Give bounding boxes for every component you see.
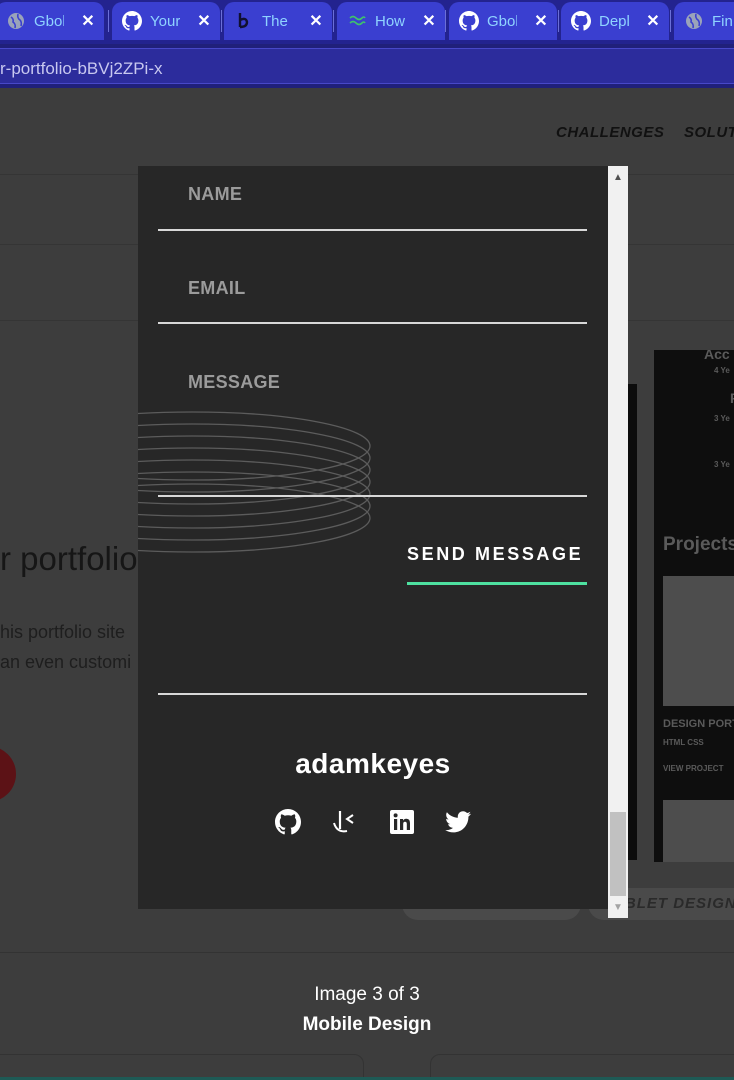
image-counter: Image 3 of 3: [314, 984, 420, 1005]
footer-divider: [158, 693, 587, 695]
hero-description: his portfolio site: [0, 622, 126, 642]
preview-text: HTML CSS: [663, 738, 704, 747]
hero-title: r portfolio: [0, 540, 138, 577]
name-field-underline: [158, 229, 587, 231]
scroll-up-arrow-icon[interactable]: ▲: [608, 166, 628, 188]
browser-tab[interactable]: Gbol ✕: [449, 2, 557, 40]
browser-tab[interactable]: Fin: [674, 2, 734, 40]
close-icon[interactable]: ✕: [196, 11, 212, 31]
url-field[interactable]: r-portfolio-bBVj2ZPi-x: [0, 48, 734, 84]
browser-tab[interactable]: Your ✕: [112, 2, 220, 40]
brand-logo[interactable]: adamkeyes: [138, 748, 608, 780]
image-title: Mobile Design: [302, 1014, 432, 1035]
close-icon[interactable]: ✕: [645, 11, 661, 31]
preview-text: 4 Ye: [714, 366, 730, 375]
b-logo-icon: [234, 11, 254, 31]
linkedin-icon[interactable]: [386, 806, 418, 838]
preview-text: F: [730, 390, 734, 406]
globe-icon: [684, 11, 704, 31]
browser-tab[interactable]: How ✕: [337, 2, 445, 40]
browser-tab-strip: Gbol ✕ Your ✕ The l ✕ How ✕ Gbol ✕: [0, 0, 734, 44]
nav-link-challenges[interactable]: CHALLENGES: [556, 124, 664, 141]
scroll-down-arrow-icon[interactable]: ▼: [608, 896, 628, 918]
github-icon[interactable]: [272, 806, 304, 838]
tab-title: Fin: [712, 12, 733, 30]
freecodecamp-icon: [347, 11, 367, 31]
close-icon[interactable]: ✕: [308, 11, 324, 31]
send-message-underline: [407, 582, 587, 585]
preview-text: 3 Ye: [714, 460, 730, 469]
message-field-underline: [158, 495, 587, 497]
globe-icon: [6, 11, 26, 31]
design-preview: Acc 4 Ye F 3 Ye 3 Ye Projects DESIGN POR…: [654, 350, 734, 862]
tab-title: Gbol: [487, 12, 517, 30]
message-field-label[interactable]: MESSAGE: [188, 372, 280, 393]
preview-text: 3 Ye: [714, 414, 730, 423]
tab-title: Your: [150, 12, 180, 30]
address-bar: r-portfolio-bBVj2ZPi-x: [0, 44, 734, 88]
rings-pattern: [138, 411, 371, 553]
tab-title: Gbol: [34, 12, 64, 30]
browser-tab[interactable]: The l ✕: [224, 2, 332, 40]
github-icon: [122, 11, 142, 31]
browser-tab[interactable]: Depl ✕: [561, 2, 669, 40]
scrollbar[interactable]: ▲ ▼: [608, 166, 628, 918]
lightbox-image: NAME EMAIL MESSAGE SEND MESSAGE adamkeye…: [138, 166, 608, 909]
tab-title: How: [375, 12, 405, 30]
frontend-mentor-icon[interactable]: [329, 806, 361, 838]
tab-title: The l: [262, 12, 292, 30]
nav-link-solutions[interactable]: SOLUT: [684, 124, 734, 141]
name-field-label[interactable]: NAME: [188, 184, 242, 205]
close-icon[interactable]: ✕: [421, 11, 437, 31]
social-links: [138, 806, 608, 838]
preview-text: Projects: [663, 534, 734, 555]
github-icon: [571, 11, 591, 31]
email-field-underline: [158, 322, 587, 324]
preview-text: Acc: [704, 350, 730, 362]
preview-text: DESIGN PORT: [663, 718, 734, 730]
preview-thumbnail: [663, 800, 734, 862]
preview-thumbnail: [663, 576, 734, 706]
preview-text: VIEW PROJECT: [663, 764, 724, 773]
close-icon[interactable]: ✕: [533, 11, 549, 31]
github-icon: [459, 11, 479, 31]
tab-title: Depl: [599, 12, 629, 30]
hero-description: an even customi: [0, 652, 132, 672]
cta-button[interactable]: [0, 746, 16, 802]
email-field-label[interactable]: EMAIL: [188, 278, 246, 299]
twitter-icon[interactable]: [442, 806, 474, 838]
browser-tab[interactable]: Gbol ✕: [0, 2, 104, 40]
send-message-button[interactable]: SEND MESSAGE: [407, 544, 583, 565]
scrollbar-thumb[interactable]: [610, 812, 626, 896]
close-icon[interactable]: ✕: [80, 11, 96, 31]
url-text: r-portfolio-bBVj2ZPi-x: [0, 59, 163, 78]
